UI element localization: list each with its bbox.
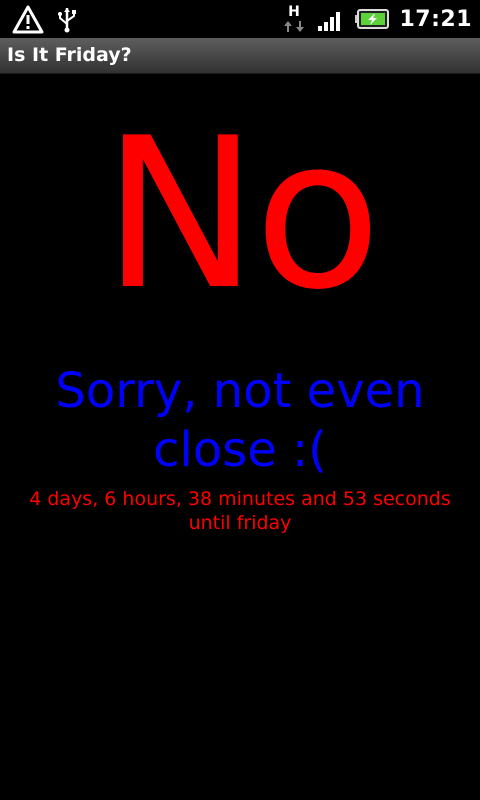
battery-charging-icon <box>355 8 390 30</box>
answer-text: No <box>102 94 382 336</box>
screen: H 17:21 Is It Friday? No Sorry, not even… <box>0 0 480 800</box>
message-text: Sorry, not even close :( <box>55 363 425 478</box>
status-left-icons <box>12 4 78 34</box>
app-title: Is It Friday? <box>7 44 132 66</box>
signal-icon <box>317 6 345 32</box>
status-bar: H 17:21 <box>0 0 480 38</box>
warning-icon <box>12 4 44 34</box>
status-right-icons: H 17:21 <box>281 4 472 34</box>
usb-icon <box>56 4 78 34</box>
countdown-text: 4 days, 6 hours, 38 minutes and 53 secon… <box>29 488 451 534</box>
network-type-label: H <box>289 4 301 20</box>
network-h-icon: H <box>281 3 307 35</box>
status-clock: 17:21 <box>399 6 472 32</box>
main-content: No Sorry, not even close :( 4 days, 6 ho… <box>0 75 480 800</box>
app-title-bar: Is It Friday? <box>0 38 480 74</box>
